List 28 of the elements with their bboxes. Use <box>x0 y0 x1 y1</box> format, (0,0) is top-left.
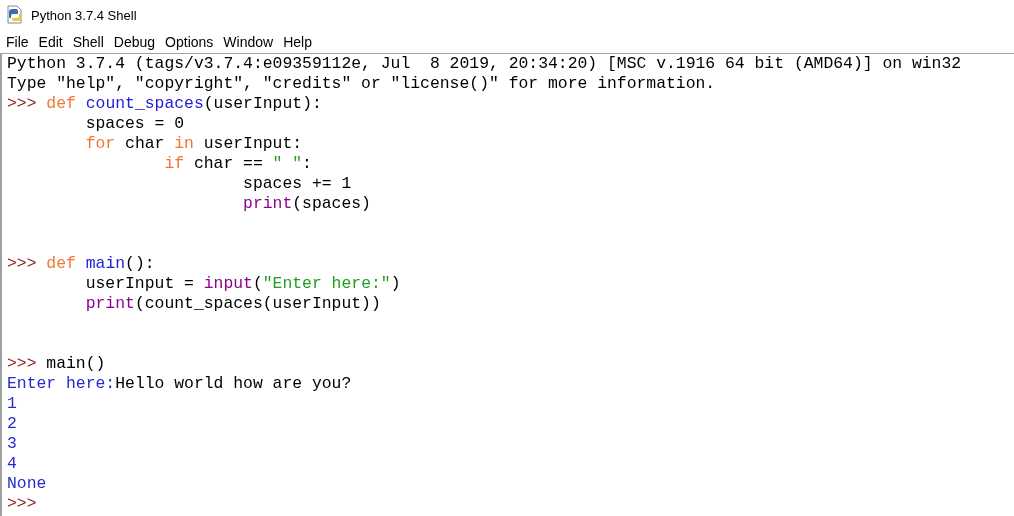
code-line: Python 3.7.4 (tags/v3.7.4:e09359112e, Jul 8 2019, 20:34:20) [MSC v.1916 64 bit (AMD64)] on win32 <box>7 54 963 74</box>
menu-item[interactable]: Shell <box>67 33 109 50</box>
code-line: >>> <box>7 494 38 514</box>
code-line: 3 <box>7 434 18 454</box>
code-line: 2 <box>7 414 18 434</box>
python-icon <box>5 5 25 25</box>
code-line: print(count_spaces(userInput)) <box>84 294 382 314</box>
code-line: Enter here:Hello world how are you? <box>7 374 353 394</box>
menu-item[interactable]: Help <box>278 33 317 50</box>
window-title: Python 3.7.4 Shell <box>31 7 137 23</box>
code-line: print(spaces) <box>242 194 372 214</box>
menu-item[interactable]: Window <box>218 33 279 50</box>
menu-item[interactable]: Debug <box>108 33 161 50</box>
code-line: >>> def count_spaces(userInput): <box>7 94 323 114</box>
menu-item[interactable]: Edit <box>33 33 68 50</box>
code-line: if char == " ": <box>163 154 313 174</box>
code-line: 4 <box>7 454 18 474</box>
code-line: 1 <box>7 394 18 414</box>
menu-item[interactable]: File <box>1 33 34 50</box>
code-line: spaces = 0 <box>84 114 186 134</box>
menu-item[interactable]: Options <box>160 33 219 50</box>
code-line: spaces += 1 <box>242 174 353 194</box>
code-line: Type "help", "copyright", "credits" or "license()" for more information. <box>7 74 717 94</box>
code-line: None <box>7 474 48 494</box>
code-line: for char in userInput: <box>84 134 304 154</box>
code-line: >>> main() <box>7 354 107 374</box>
code-line: userInput = input("Enter here:") <box>84 274 402 294</box>
code-line: >>> def main(): <box>7 254 156 274</box>
